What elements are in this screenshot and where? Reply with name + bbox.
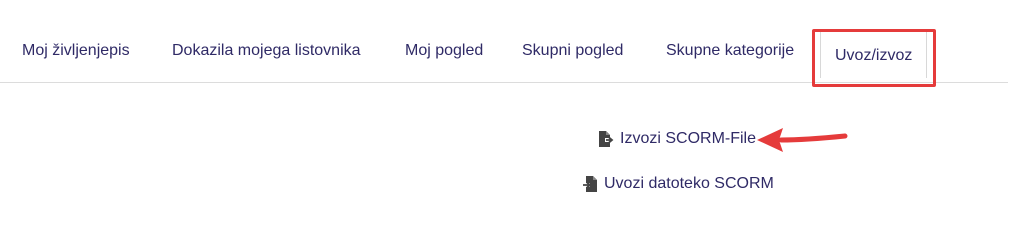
import-scorm-link[interactable]: Uvozi datoteko SCORM	[582, 175, 774, 193]
tab-uvoz-izvoz[interactable]: Uvoz/izvoz	[820, 30, 928, 78]
import-scorm-label: Uvozi datoteko SCORM	[604, 175, 774, 192]
tab-moj-zivljenjepis[interactable]: Moj življenjepis	[22, 42, 130, 60]
export-scorm-link[interactable]: Izvozi SCORM-File	[598, 130, 756, 148]
annotation-arrow	[757, 128, 848, 152]
tab-skupni-pogled[interactable]: Skupni pogled	[522, 42, 623, 60]
tab-moj-pogled[interactable]: Moj pogled	[405, 42, 483, 60]
page: Moj življenjepis Dokazila mojega listovn…	[0, 0, 1022, 234]
file-export-icon	[598, 130, 614, 148]
file-import-icon	[582, 175, 598, 193]
export-scorm-label: Izvozi SCORM-File	[620, 130, 757, 147]
tab-skupne-kategorije[interactable]: Skupne kategorije	[666, 42, 794, 60]
tab-dokazila-mojega-listovnika[interactable]: Dokazila mojega listovnika	[172, 42, 361, 60]
tab-bar: Moj življenjepis Dokazila mojega listovn…	[0, 30, 1008, 83]
